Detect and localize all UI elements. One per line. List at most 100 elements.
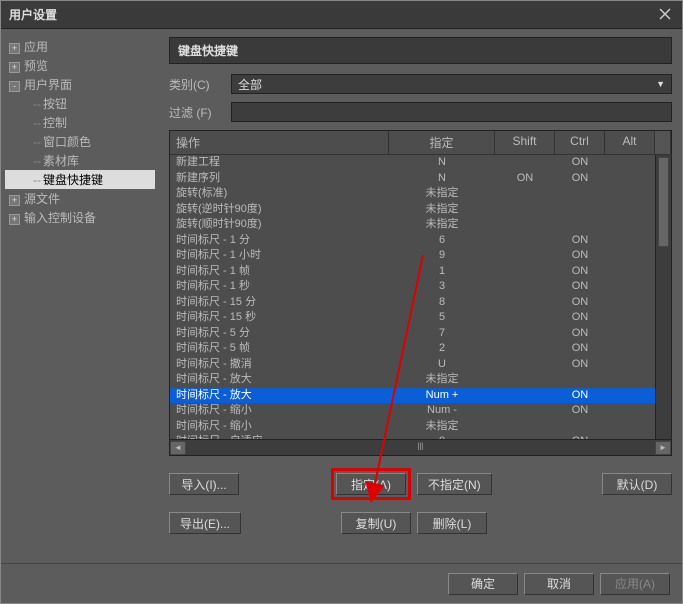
cell-shift (495, 279, 555, 295)
cell-shift (495, 186, 555, 202)
cell-shift (495, 155, 555, 171)
table-row[interactable]: 时间标尺 - 1 小时9ON (170, 248, 671, 264)
expander-icon[interactable]: + (9, 214, 20, 225)
cell-ctrl: ON (555, 264, 605, 280)
table-row[interactable]: 时间标尺 - 5 分7ON (170, 326, 671, 342)
cell-action: 旋转(标准) (170, 186, 389, 202)
export-button[interactable]: 导出(E)... (169, 512, 241, 534)
table-row[interactable]: 时间标尺 - 缩小未指定 (170, 419, 671, 435)
table-row[interactable]: 旋转(逆时针90度)未指定 (170, 202, 671, 218)
cell-action: 时间标尺 - 1 帧 (170, 264, 389, 280)
import-button[interactable]: 导入(I)... (169, 473, 239, 495)
category-dropdown[interactable]: 全部 ▼ (231, 74, 672, 94)
cell-ctrl: ON (555, 310, 605, 326)
assign-button[interactable]: 指定(A) (336, 473, 406, 495)
cell-ctrl: ON (555, 248, 605, 264)
table-row[interactable]: 旋转(标准)未指定 (170, 186, 671, 202)
assign-highlight: 指定(A) (331, 468, 411, 500)
cell-action: 新建序列 (170, 171, 389, 187)
tree-child-item[interactable]: --按钮 (5, 94, 155, 113)
close-button[interactable] (656, 5, 674, 23)
table-row[interactable]: 时间标尺 - 1 分6ON (170, 233, 671, 249)
tree-child-item[interactable]: --窗口颜色 (5, 132, 155, 151)
ok-button[interactable]: 确定 (448, 573, 518, 595)
col-shift[interactable]: Shift (495, 131, 555, 154)
cell-assign: N (389, 171, 495, 187)
col-ctrl[interactable]: Ctrl (555, 131, 605, 154)
tree-item[interactable]: +源文件 (5, 189, 155, 208)
cell-assign: 3 (389, 279, 495, 295)
button-row-1: 导入(I)... 指定(A) 不指定(N) 默认(D) (169, 468, 672, 500)
cancel-button[interactable]: 取消 (524, 573, 594, 595)
unassign-button[interactable]: 不指定(N) (417, 473, 492, 495)
cell-shift (495, 310, 555, 326)
cell-ctrl: ON (555, 357, 605, 373)
table-row[interactable]: 时间标尺 - 5 帧2ON (170, 341, 671, 357)
cell-alt (605, 419, 655, 435)
cell-assign: Num - (389, 403, 495, 419)
cell-shift (495, 419, 555, 435)
col-alt[interactable]: Alt (605, 131, 655, 154)
cell-ctrl: ON (555, 279, 605, 295)
tree-child-item[interactable]: --键盘快捷键 (5, 170, 155, 189)
expander-icon[interactable]: + (9, 43, 20, 54)
cell-shift (495, 341, 555, 357)
cell-shift (495, 202, 555, 218)
apply-button[interactable]: 应用(A) (600, 573, 670, 595)
cell-alt (605, 326, 655, 342)
content-area: +应用+预览-用户界面--按钮--控制--窗口颜色--素材库--键盘快捷键+源文… (1, 29, 682, 563)
tree-child-item[interactable]: --素材库 (5, 151, 155, 170)
delete-button[interactable]: 删除(L) (417, 512, 487, 534)
expander-icon[interactable]: + (9, 195, 20, 206)
table-row[interactable]: 时间标尺 - 15 分8ON (170, 295, 671, 311)
tree-label: 预览 (24, 59, 48, 73)
cell-ctrl: ON (555, 171, 605, 187)
expander-icon[interactable]: + (9, 62, 20, 73)
expander-icon[interactable]: - (9, 81, 20, 92)
cell-action: 时间标尺 - 1 分 (170, 233, 389, 249)
cell-assign: 1 (389, 264, 495, 280)
col-assign[interactable]: 指定 (389, 131, 495, 154)
cell-action: 时间标尺 - 5 帧 (170, 341, 389, 357)
table-row[interactable]: 时间标尺 - 15 秒5ON (170, 310, 671, 326)
cell-alt (605, 403, 655, 419)
table-row[interactable]: 新建工程NON (170, 155, 671, 171)
cell-shift (495, 217, 555, 233)
col-action[interactable]: 操作 (170, 131, 389, 154)
table-row[interactable]: 时间标尺 - 撤消UON (170, 357, 671, 373)
tree-item[interactable]: +输入控制设备 (5, 208, 155, 227)
shortcuts-table: 操作 指定 Shift Ctrl Alt 新建工程NON新建序列NONON旋转(… (169, 130, 672, 456)
category-value: 全部 (238, 76, 262, 93)
table-row[interactable]: 旋转(顺时针90度)未指定 (170, 217, 671, 233)
scroll-left-icon[interactable]: ◄ (170, 441, 186, 455)
cell-ctrl (555, 217, 605, 233)
cell-alt (605, 264, 655, 280)
table-row[interactable]: 新建序列NONON (170, 171, 671, 187)
horizontal-scrollbar[interactable]: ◄ Ⅲ ► (170, 439, 671, 455)
cell-alt (605, 310, 655, 326)
vertical-scrollbar[interactable] (655, 155, 671, 439)
cell-assign: 6 (389, 233, 495, 249)
filter-row: 过滤 (F) (169, 102, 672, 122)
tree-item[interactable]: + 预览 (5, 56, 155, 75)
table-row[interactable]: 时间标尺 - 缩小Num -ON (170, 403, 671, 419)
settings-window: 用户设置 +应用+预览-用户界面--按钮--控制--窗口颜色--素材库--键盘快… (0, 0, 683, 604)
scrollbar-thumb[interactable] (658, 157, 669, 247)
table-row[interactable]: 时间标尺 - 放大未指定 (170, 372, 671, 388)
scroll-right-icon[interactable]: ► (655, 441, 671, 455)
tree-item[interactable]: -用户界面 (5, 75, 155, 94)
table-body[interactable]: 新建工程NON新建序列NONON旋转(标准)未指定旋转(逆时针90度)未指定旋转… (170, 155, 671, 439)
default-button[interactable]: 默认(D) (602, 473, 672, 495)
table-row[interactable]: 时间标尺 - 放大Num +ON (170, 388, 671, 404)
cell-assign: 8 (389, 295, 495, 311)
cell-assign: Num + (389, 388, 495, 404)
filter-input[interactable] (231, 102, 672, 122)
cell-action: 时间标尺 - 1 秒 (170, 279, 389, 295)
tree-child-item[interactable]: --控制 (5, 113, 155, 132)
copy-button[interactable]: 复制(U) (341, 512, 411, 534)
table-row[interactable]: 时间标尺 - 1 帧1 ON (170, 264, 671, 280)
cell-alt (605, 155, 655, 171)
tree-label: 按钮 (43, 97, 67, 111)
table-row[interactable]: 时间标尺 - 1 秒3 ON (170, 279, 671, 295)
tree-item[interactable]: +应用 (5, 37, 155, 56)
